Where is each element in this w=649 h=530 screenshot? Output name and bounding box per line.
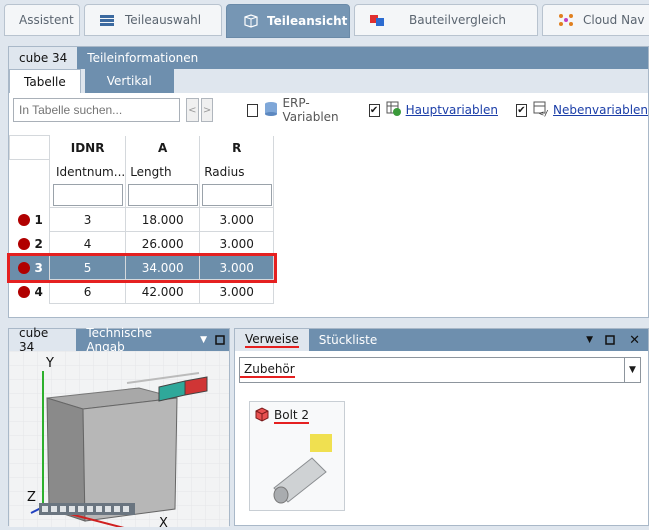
network-icon [557,13,575,27]
database-icon [264,101,278,120]
tab-viewer-cube-34[interactable]: cube 34 [9,326,77,354]
variables-table-panel: cube 34 Teileinformationen Tabelle Verti… [6,46,649,318]
compare-parts-icon [369,13,387,27]
tab-assistent[interactable]: Assistent [4,4,80,36]
viewer-panel-header: cube 34 Technische Angab ▼ [9,326,229,354]
erp-variables-checkbox[interactable] [247,103,259,117]
axis-y-label: Y [45,356,54,371]
close-icon[interactable]: ✕ [621,329,648,351]
column-header-r[interactable]: R [199,135,275,160]
column-desc-idnr: Identnum... [48,159,126,184]
subtab-vertikal[interactable]: Vertikal [84,69,174,93]
tab-cloud-nav[interactable]: Cloud Nav [542,4,649,36]
chevron-down-icon: ▼ [624,358,640,382]
filter-idnr-input[interactable] [52,184,123,207]
3d-model-view: Y Z X [9,351,229,530]
3d-viewport[interactable]: Y Z X [9,351,229,530]
filter-r-input[interactable] [201,184,272,207]
references-panel: Verweise Stückliste ▼ ✕ Zubehör ▼ Bolt 2 [234,328,649,526]
tab-technische-angaben[interactable]: Technische Angab [76,326,196,354]
table-row[interactable]: 4 6 42.000 3.000 [10,279,275,304]
column-desc-a: Length [125,159,200,184]
chevron-down-icon[interactable]: ▼ [196,329,211,351]
tab-teileansicht[interactable]: Teileansicht [226,4,350,38]
references-panel-header: Verweise Stückliste ▼ ✕ [235,329,648,351]
top-tab-bar: Assistent Teileauswahl Teileansicht Baut… [0,0,649,40]
main-variables-link[interactable]: Hauptvariablen [406,103,498,117]
part-cube-icon [254,406,270,425]
stack-icon [99,13,117,27]
accessory-dropdown[interactable]: Zubehör ▼ [239,357,641,383]
secondary-variables-checkbox[interactable]: ✔ [515,103,528,117]
status-dot-icon [17,238,30,250]
axis-x-label: X [159,516,168,527]
table-row-selected[interactable]: 3 5 34.000 3.000 [6,252,277,283]
table-search-input[interactable] [13,98,180,122]
subtab-tabelle[interactable]: Tabelle [9,69,81,93]
table-settings-icon [386,101,402,120]
maximize-icon[interactable] [599,329,621,351]
table-code-icon: </> [533,101,554,120]
chevron-down-icon[interactable]: ▼ [580,329,599,351]
search-next-button[interactable]: > [200,98,214,122]
variables-table: IDNR A R Identnum... Length Radius 1 3 1… [6,135,277,304]
status-dot-icon [17,214,30,226]
table-panel-header: cube 34 Teileinformationen [9,47,648,69]
status-dot-icon [17,262,30,274]
tab-teileinformationen[interactable]: Teileinformationen [77,47,208,69]
maximize-icon[interactable] [211,329,229,351]
filter-a-input[interactable] [127,184,198,207]
column-header-idnr[interactable]: IDNR [48,135,126,160]
cube-outline-icon [241,14,259,28]
column-desc-r: Radius [199,159,275,184]
reference-card[interactable]: Bolt 2 [249,401,345,511]
tab-verweise[interactable]: Verweise [235,329,309,351]
tab-bauteilvergleich[interactable]: Bauteilvergleich [354,4,538,36]
tab-cube-34[interactable]: cube 34 [9,47,78,69]
main-variables-checkbox[interactable]: ✔ [368,103,380,117]
axis-z-label: Z [27,490,36,505]
search-prev-button[interactable]: < [186,98,199,122]
viewer-panel: cube 34 Technische Angab ▼ Y Z X [8,326,230,530]
tab-stueckliste[interactable]: Stückliste [309,329,387,351]
bolt-thumbnail [273,434,332,504]
secondary-variables-link[interactable]: Nebenvariablen [553,103,648,117]
svg-text:</>: </> [539,109,549,117]
column-header-a[interactable]: A [125,135,200,160]
table-row[interactable]: 1 3 18.000 3.000 [10,207,275,232]
table-row[interactable]: 2 4 26.000 3.000 [10,231,275,256]
reference-item-label: Bolt 2 [274,407,310,424]
table-search-row: < > ERP-Variablen ✔ Hauptvariablen ✔ </>… [9,93,648,127]
table-view-subtabs: Tabelle Vertikal [9,69,648,93]
tab-teileauswahl[interactable]: Teileauswahl [84,4,222,36]
status-dot-icon [17,286,30,298]
